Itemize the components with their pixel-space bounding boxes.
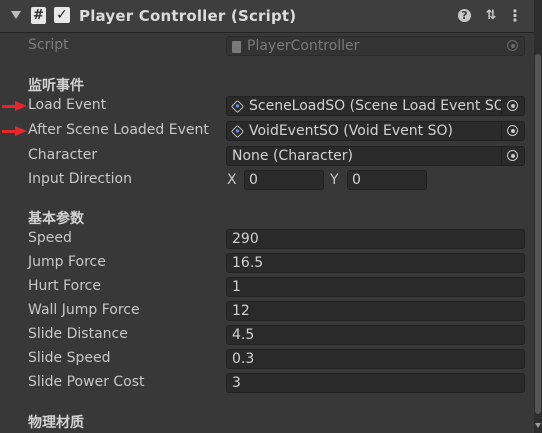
- section-events-title: 监听事件: [28, 78, 84, 94]
- slide-distance-label: Slide Distance: [28, 326, 128, 342]
- input-direction-label: Input Direction: [28, 171, 132, 187]
- preset-icon[interactable]: ⇅: [483, 8, 499, 24]
- speed-label: Speed: [28, 230, 72, 246]
- input-direction-x-label[interactable]: X: [227, 172, 237, 188]
- script-asset-icon: [232, 41, 241, 53]
- context-menu-icon[interactable]: ⋮: [507, 8, 523, 24]
- character-label: Character: [28, 147, 98, 163]
- wall-jump-force-label: Wall Jump Force: [28, 302, 140, 318]
- script-icon: #: [31, 7, 46, 24]
- red-arrow-icon: [2, 126, 28, 136]
- hurt-force-field[interactable]: 1: [226, 277, 525, 297]
- script-picker: [502, 37, 524, 55]
- slide-power-cost-label: Slide Power Cost: [28, 374, 145, 390]
- scrollbar-thumb[interactable]: [535, 54, 541, 414]
- jump-force-field[interactable]: 16.5: [226, 253, 525, 273]
- script-value: PlayerController: [247, 38, 360, 54]
- load-event-label: Load Event: [28, 97, 107, 113]
- help-icon[interactable]: ?: [458, 9, 471, 22]
- character-field[interactable]: None (Character): [226, 146, 525, 166]
- slide-distance-field[interactable]: 4.5: [226, 325, 525, 345]
- character-value: None (Character): [232, 148, 354, 164]
- script-field: PlayerController: [226, 36, 525, 56]
- inspector-scrollbar[interactable]: [534, 0, 542, 433]
- object-picker-icon: [507, 100, 518, 111]
- enable-checkbox[interactable]: ✓: [54, 7, 70, 23]
- input-direction-y-label[interactable]: Y: [330, 172, 339, 188]
- slide-speed-field[interactable]: 0.3: [226, 349, 525, 369]
- script-label: Script: [28, 37, 69, 53]
- slide-speed-label: Slide Speed: [28, 350, 111, 366]
- scroll-down-arrow-icon[interactable]: [535, 423, 541, 428]
- character-picker[interactable]: [501, 147, 524, 165]
- red-arrow-icon: [2, 101, 28, 111]
- after-scene-loaded-event-picker[interactable]: [501, 122, 524, 140]
- scriptable-object-icon: [230, 99, 245, 114]
- slide-power-cost-field[interactable]: 3: [226, 373, 525, 393]
- hurt-force-label: Hurt Force: [28, 278, 101, 294]
- jump-force-label: Jump Force: [28, 254, 106, 270]
- speed-field[interactable]: 290: [226, 229, 525, 249]
- load-event-value: SceneLoadSO (Scene Load Event SO): [249, 98, 511, 114]
- component-title: Player Controller (Script): [79, 7, 297, 25]
- object-picker-icon: [507, 125, 518, 136]
- component-header[interactable]: # ✓ Player Controller (Script) ? ⇅ ⋮: [0, 0, 534, 33]
- input-direction-x-field[interactable]: 0: [244, 170, 324, 190]
- section-basic-title: 基本参数: [28, 211, 84, 227]
- after-scene-loaded-event-field[interactable]: VoidEventSO (Void Event SO): [226, 121, 525, 141]
- after-scene-loaded-event-value: VoidEventSO (Void Event SO): [249, 123, 453, 139]
- section-physics-title: 物理材质: [28, 415, 84, 431]
- load-event-field[interactable]: SceneLoadSO (Scene Load Event SO): [226, 96, 525, 116]
- fold-arrow-icon[interactable]: [11, 11, 21, 19]
- input-direction-y-field[interactable]: 0: [347, 170, 427, 190]
- after-scene-loaded-event-label: After Scene Loaded Event: [28, 122, 209, 138]
- load-event-picker[interactable]: [501, 97, 524, 115]
- object-picker-icon: [507, 40, 518, 51]
- scriptable-object-icon: [230, 124, 245, 139]
- object-picker-icon: [507, 150, 518, 161]
- wall-jump-force-field[interactable]: 12: [226, 301, 525, 321]
